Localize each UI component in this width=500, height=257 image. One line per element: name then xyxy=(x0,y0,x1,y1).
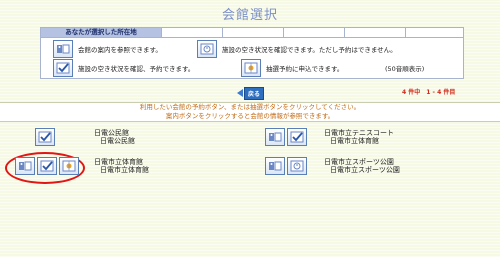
notice-line-1: 利用したい会館の予約ボタン、または抽選ボタンをクリックしてください。 xyxy=(139,103,361,111)
location-cell xyxy=(406,28,462,37)
back-arrow-icon[interactable] xyxy=(237,89,243,97)
facility-name: 日電市立体育館 xyxy=(94,158,143,166)
legend-item-reserve: 施設の空き状況を確認、予約できます。 xyxy=(53,58,194,78)
reserve-button[interactable] xyxy=(35,128,55,146)
location-cell xyxy=(284,28,345,37)
location-bar: あなたが選択した所在地 xyxy=(41,28,463,38)
facility-subname: 日電市立体育館 xyxy=(330,137,379,145)
facility-subname: 日電市立スポーツ公園 xyxy=(330,166,400,174)
facility-subname: 日電市立体育館 xyxy=(100,166,149,174)
legend-text: 施設の空き状況を確認、予約できます。 xyxy=(78,65,195,73)
reserve-check-icon xyxy=(53,59,73,77)
legend-text: 施設の空き状況を確認できます。ただし予約はできません。 xyxy=(222,46,397,54)
legend-text: 会館の案内を参照できます。 xyxy=(78,46,162,54)
facility-subname: 日電公民館 xyxy=(100,137,135,145)
legend-item-info: 会館の案内を参照できます。 xyxy=(53,39,162,59)
facility-name: 日電市立テニスコート xyxy=(324,129,394,137)
lottery-icon xyxy=(241,59,261,77)
vacancy-button[interactable] xyxy=(287,157,307,175)
reserve-button[interactable] xyxy=(37,157,57,175)
location-cell xyxy=(345,28,406,37)
location-cell xyxy=(162,28,223,37)
vacancy-icon xyxy=(197,40,217,58)
result-count: 4 件中 1 - 4 件目 xyxy=(402,89,456,96)
notice-line-2: 案内ボタンをクリックすると会館の情報が参照できます。 xyxy=(165,112,335,120)
back-button[interactable]: 戻る xyxy=(244,87,264,100)
lottery-button[interactable] xyxy=(59,157,79,175)
sort-note: (50音順表示) xyxy=(385,65,425,73)
info-button[interactable] xyxy=(265,128,285,146)
location-label: あなたが選択した所在地 xyxy=(41,28,162,37)
facility-name: 日電市立スポーツ公園 xyxy=(324,158,394,166)
info-icon xyxy=(53,40,73,58)
legend-text: 抽選予約に申込できます。 xyxy=(266,65,344,73)
info-button[interactable] xyxy=(265,157,285,175)
legend-item-vacancy: 施設の空き状況を確認できます。ただし予約はできません。 xyxy=(197,39,397,59)
reserve-button[interactable] xyxy=(287,128,307,146)
legend-item-lottery: 抽選予約に申込できます。 xyxy=(241,58,343,78)
page-title: 会館選択 xyxy=(221,8,278,23)
info-button[interactable] xyxy=(15,157,35,175)
location-cell xyxy=(223,28,284,37)
facility-name: 日電公民館 xyxy=(94,129,129,137)
legend-panel: あなたが選択した所在地 会館の案内を参照できます。 施設の空き状況を確認できます… xyxy=(40,27,464,79)
instruction-notice: 利用したい会館の予約ボタン、または抽選ボタンをクリックしてください。 案内ボタン… xyxy=(0,102,500,122)
